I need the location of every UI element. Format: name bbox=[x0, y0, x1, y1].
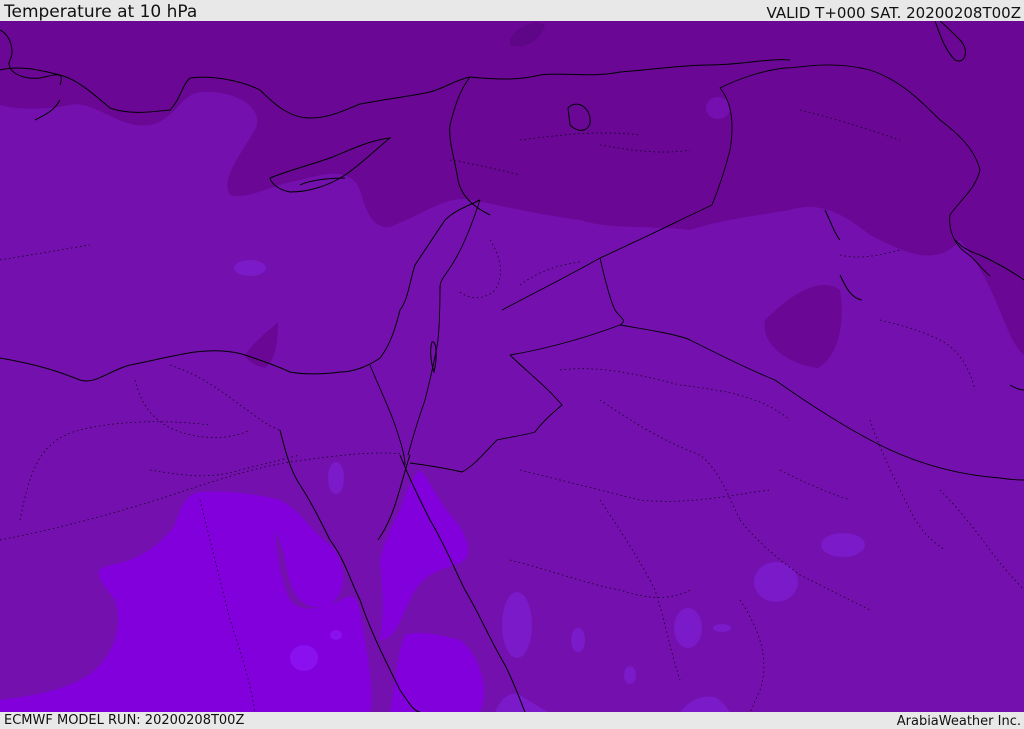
valid-time-label: VALID T+000 SAT. 20200208T00Z bbox=[766, 4, 1021, 22]
warm-patch-8 bbox=[821, 533, 865, 557]
map-title: Temperature at 10 hPa bbox=[4, 2, 198, 22]
map-footer: ECMWF MODEL RUN: 20200208T00Z ArabiaWeat… bbox=[0, 712, 1024, 729]
warm-patch-5 bbox=[674, 608, 702, 648]
warm-patch-2 bbox=[328, 462, 344, 494]
credit-label: ArabiaWeather Inc. bbox=[896, 714, 1021, 729]
warm-patch-9 bbox=[624, 666, 636, 684]
warm-patch-3 bbox=[502, 592, 532, 658]
warm-spot-anatolia bbox=[706, 97, 730, 119]
warm-patch-10 bbox=[290, 645, 318, 671]
warm-patch-6 bbox=[713, 624, 731, 632]
warm-patch-4 bbox=[571, 628, 585, 652]
temperature-map bbox=[0, 21, 1024, 712]
warm-patch-11 bbox=[330, 630, 342, 640]
map-header: Temperature at 10 hPa VALID T+000 SAT. 2… bbox=[0, 0, 1024, 22]
model-run-label: ECMWF MODEL RUN: 20200208T00Z bbox=[4, 713, 245, 728]
warm-patch-7 bbox=[754, 562, 798, 602]
warm-patch-1 bbox=[234, 260, 266, 276]
